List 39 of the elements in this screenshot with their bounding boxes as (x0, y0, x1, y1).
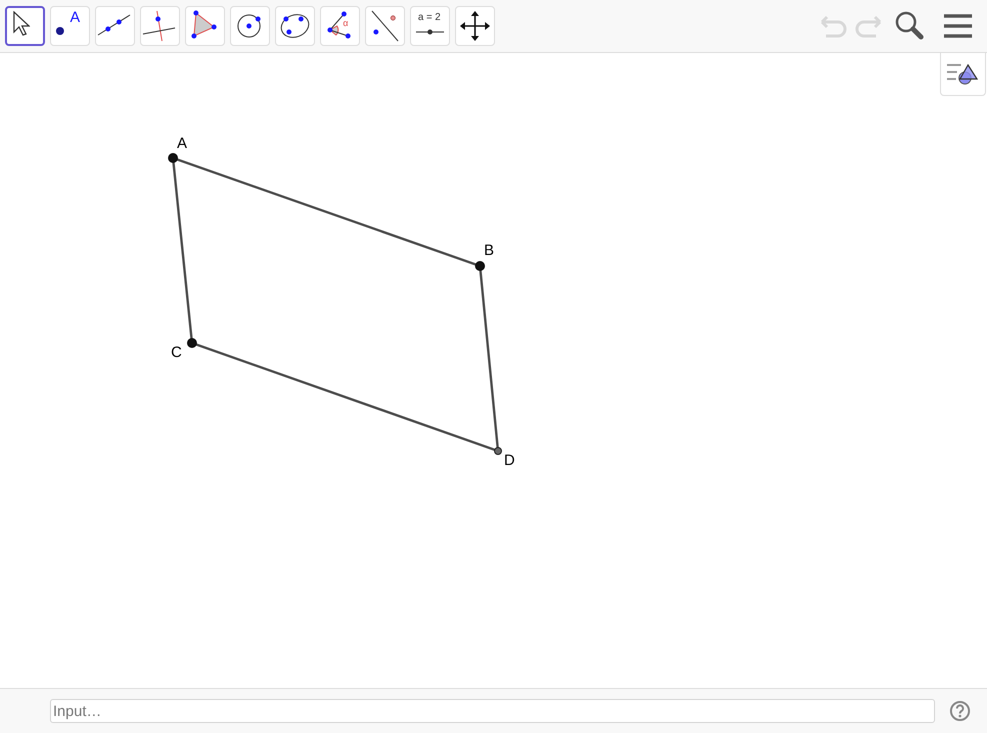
perpendicular-lines-icon (142, 10, 176, 42)
search-icon[interactable] (894, 10, 926, 42)
help-icon[interactable] (949, 700, 971, 722)
perpendicular-tool-button[interactable] (140, 6, 180, 46)
point-label: A (70, 9, 80, 27)
reflection-icon (371, 10, 399, 42)
style-bar-toggle[interactable] (940, 53, 986, 96)
point[interactable] (475, 261, 485, 271)
conic-tool-button[interactable] (275, 6, 315, 46)
point-tool-button[interactable]: A (50, 6, 90, 46)
point-label: A (177, 135, 188, 152)
slider-tool-button[interactable]: a = 2 (410, 6, 450, 46)
point-label: D (504, 452, 515, 469)
menu-icon[interactable] (944, 13, 972, 39)
circle-icon (237, 14, 261, 38)
shapes-icon (947, 62, 979, 86)
point[interactable] (494, 447, 502, 455)
move-arrows-icon (459, 10, 491, 42)
point-icon (55, 26, 65, 36)
reflect-tool-button[interactable] (365, 6, 405, 46)
point-label: C (171, 344, 182, 361)
line-icon (97, 14, 131, 36)
pointer-icon (13, 11, 30, 36)
circle-tool-button[interactable] (230, 6, 270, 46)
slider-icon (415, 28, 445, 35)
triangle-icon (190, 10, 217, 39)
slider-label: a = 2 (418, 12, 441, 24)
input-field[interactable]: Input… (50, 699, 935, 723)
pan-tool-button[interactable] (455, 6, 495, 46)
point-label: B (484, 242, 494, 259)
line-tool-button[interactable] (95, 6, 135, 46)
angle-tool-button[interactable]: α (320, 6, 360, 46)
ellipse-icon (280, 11, 310, 41)
point[interactable] (187, 338, 197, 348)
angle-label: α (343, 18, 348, 28)
angle-icon (327, 11, 351, 39)
polygon-tool-button[interactable] (185, 6, 225, 46)
point[interactable] (168, 153, 178, 163)
move-tool-button[interactable] (5, 6, 45, 46)
